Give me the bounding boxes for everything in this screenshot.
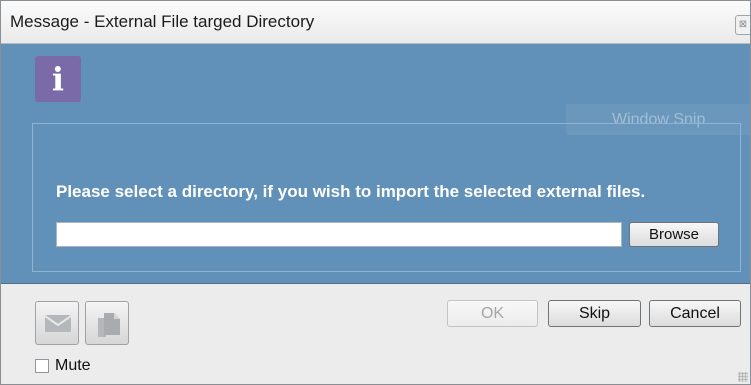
copy-icon: [98, 313, 120, 337]
mute-checkbox[interactable]: [35, 359, 49, 373]
info-icon: i: [35, 56, 81, 102]
title-bar: Message - External File targed Directory…: [1, 1, 750, 44]
skip-button[interactable]: Skip: [548, 300, 641, 327]
directory-frame: Please select a directory, if you wish t…: [32, 123, 741, 272]
prompt-message: Please select a directory, if you wish t…: [56, 182, 646, 201]
window-title: Message - External File targed Directory: [10, 12, 315, 31]
close-button[interactable]: ⊠: [735, 15, 750, 35]
dialog-footer: OK Skip Cancel Mute: [1, 284, 750, 384]
copy-button[interactable]: [85, 301, 129, 345]
message-panel: i Window Snip Please select a directory,…: [1, 44, 750, 284]
browse-button[interactable]: Browse: [629, 222, 719, 247]
cancel-button[interactable]: Cancel: [649, 300, 741, 327]
info-icon-glyph: i: [51, 60, 65, 98]
email-button[interactable]: [35, 301, 79, 345]
ok-button[interactable]: OK: [447, 300, 538, 327]
message-dialog: Message - External File targed Directory…: [0, 0, 751, 385]
resize-grip-icon[interactable]: [738, 372, 748, 382]
mute-label: Mute: [55, 357, 91, 374]
envelope-icon: [44, 315, 72, 332]
directory-input[interactable]: [56, 222, 622, 247]
